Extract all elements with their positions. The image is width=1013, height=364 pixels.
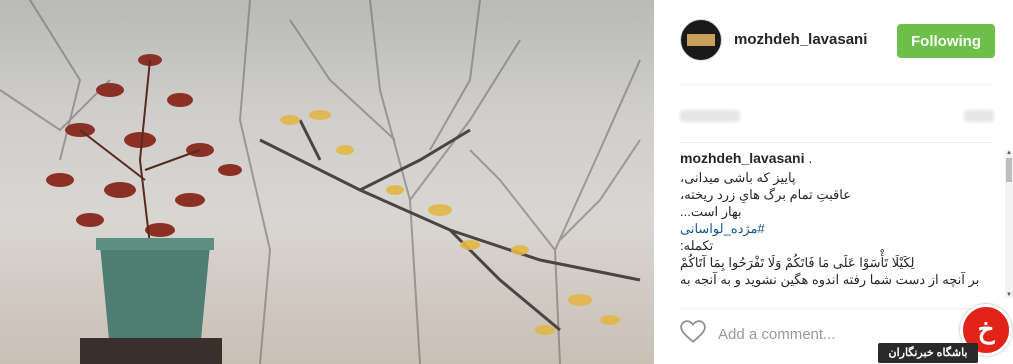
- meta-divider: [680, 142, 993, 143]
- agency-label: باشگاه خبرنگاران: [878, 343, 978, 363]
- caption-line: تکمله:: [680, 238, 714, 253]
- caption: mozhdeh_lavasani . پاییز که باشی میدانی،…: [680, 150, 980, 298]
- caption-scrollbar[interactable]: ▲ ▼: [1005, 150, 1013, 298]
- post-meta: [654, 100, 1013, 140]
- caption-line: پاییز که باشی میدانی،: [680, 170, 796, 185]
- foggy-tree-image: [0, 0, 641, 364]
- caption-line: بر آنچه از دست شما رفته اندوه هگین نشوید…: [680, 272, 980, 287]
- timestamp-blurred: [964, 110, 994, 122]
- scroll-up-arrow[interactable]: ▲: [1006, 150, 1012, 156]
- heart-icon[interactable]: [680, 320, 706, 344]
- header-divider: [680, 84, 993, 85]
- caption-line: بهار است...: [680, 204, 742, 219]
- avatar-image: [687, 34, 715, 46]
- hashtag-link[interactable]: #مژده_لواسانی: [680, 220, 980, 237]
- caption-username[interactable]: mozhdeh_lavasani .: [680, 150, 980, 167]
- scroll-down-arrow[interactable]: ▼: [1006, 292, 1012, 298]
- following-button[interactable]: Following: [897, 24, 995, 58]
- scroll-thumb[interactable]: [1006, 158, 1012, 182]
- post-photo[interactable]: [0, 0, 654, 364]
- username-link[interactable]: mozhdeh_lavasani: [734, 31, 867, 48]
- avatar[interactable]: [680, 19, 722, 61]
- caption-line: لِکَيْلَا تَأْسَوْا عَلَى مَا فَاتَكُمْ …: [680, 255, 915, 270]
- caption-line: عاقبتِ تمام برگ هایِ زرد ریخته،: [680, 187, 851, 202]
- likes-count-blurred: [680, 110, 740, 122]
- post-header: mozhdeh_lavasani Following: [654, 0, 1013, 80]
- news-agency-watermark: خ باشگاه خبرنگاران: [878, 304, 1013, 364]
